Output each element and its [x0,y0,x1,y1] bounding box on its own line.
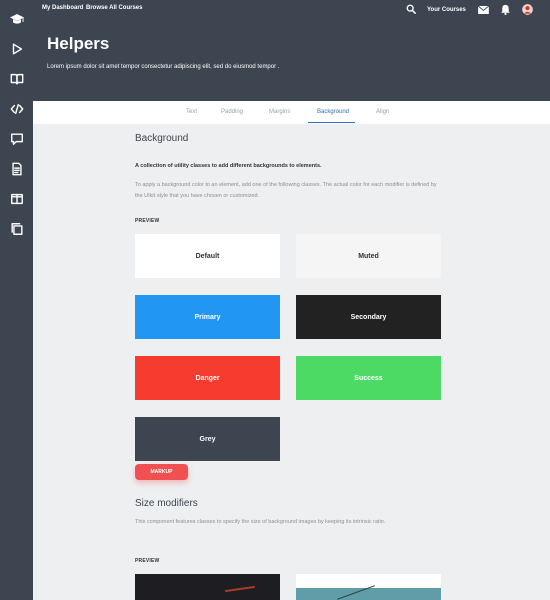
tab-padding[interactable]: Padding [221,109,243,115]
tab-bar: Text Padding Margins Background Align [33,101,550,124]
size-modifiers-description: This component features classes to speci… [135,519,386,525]
search-icon[interactable] [406,4,416,14]
columns-icon[interactable] [8,190,25,207]
bell-icon[interactable] [500,4,511,15]
sidebar [0,0,33,600]
document-icon[interactable] [8,160,25,177]
avatar[interactable] [522,4,533,15]
background-section-title: Background [135,133,189,144]
nav-my-dashboard[interactable]: My Dashboard [42,5,83,11]
copy-icon[interactable] [8,220,25,237]
preview-label: PREVIEW [135,218,160,224]
image-detail [225,585,255,593]
active-tab-indicator [308,122,355,123]
background-description: To apply a background color to an elemen… [135,182,437,199]
swatch-grey: Grey [135,417,280,461]
preview-image-light [296,574,441,600]
size-modifiers-title: Size modifiers [135,498,198,509]
nav-browse-courses[interactable]: Browse All Courses [86,5,142,11]
tab-background[interactable]: Background [317,109,349,115]
page-subtitle: Lorem ipsum dolor sit amet tempor consec… [47,64,280,70]
background-lead: A collection of utility classes to add d… [135,163,322,169]
book-open-icon[interactable] [8,70,25,87]
swatch-primary: Primary [135,295,280,339]
preview-image-dark [135,574,280,600]
page-header: My Dashboard Browse All Courses Your Cou… [33,0,550,101]
play-icon[interactable] [8,40,25,57]
tab-align[interactable]: Align [376,109,389,115]
swatch-danger: Danger [135,356,280,400]
swatch-success: Success [296,356,441,400]
mail-icon[interactable] [478,6,489,14]
chat-icon[interactable] [8,130,25,147]
code-icon[interactable] [8,100,25,117]
swatch-default: Default [135,234,280,278]
page-title: Helpers [47,34,110,53]
nav-your-courses[interactable]: Your Courses [427,7,466,13]
tab-margins[interactable]: Margins [269,109,290,115]
markup-button[interactable]: MARKUP [135,464,188,480]
swatch-muted: Muted [296,234,441,278]
image-detail [296,588,441,600]
size-preview-label: PREVIEW [135,558,160,564]
swatch-secondary: Secondary [296,295,441,339]
tab-text[interactable]: Text [186,109,197,115]
graduation-cap-icon[interactable] [8,10,25,27]
